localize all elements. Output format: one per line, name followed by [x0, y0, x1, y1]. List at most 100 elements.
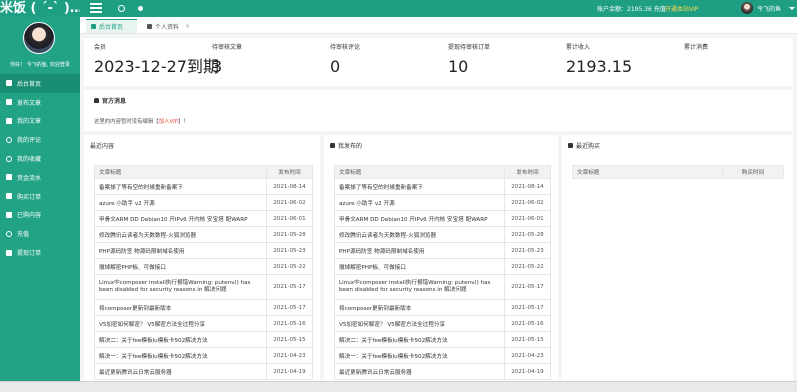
stat-total-spending: 累计消费 — [684, 42, 708, 58]
table-row[interactable]: PHP源码防签 物源码限制域名使用 2021-05-23 — [94, 242, 313, 259]
article-title[interactable]: azure 小助手 v2 开源 — [94, 194, 267, 211]
article-title[interactable]: 解决一：关于fee模板lu模板卡502解决方法 — [334, 347, 505, 364]
table-row[interactable]: Linux中composer install执行报错Warning: puten… — [94, 274, 313, 300]
avatar[interactable] — [741, 2, 753, 14]
sidebar-item-fund-flow[interactable]: 资金流水 — [0, 168, 80, 187]
table-row[interactable]: 甲骨文ARM DD Debian10 开IPv6 开内核 安宝塔 配WARP 20… — [334, 210, 551, 227]
table-row[interactable]: azure 小助手 v2 开源 2021-06-02 — [94, 194, 313, 211]
table-row[interactable]: 修改腾讯云读者为天数数程-火狐浏览器 2021-05-28 — [94, 226, 313, 243]
stat-label: 会员 — [94, 44, 107, 51]
article-title[interactable]: Linux中composer install执行报错Warning: puten… — [94, 274, 267, 300]
sidebar-item-label: 充值 — [17, 231, 30, 239]
article-title[interactable]: 最近更新腾讯云日常云服务器 — [94, 363, 267, 380]
article-title[interactable]: 撤掉解密PHP板、可做接口 — [94, 258, 267, 275]
article-title[interactable]: V5加密如何解密？ V5解密方法全过程分享 — [94, 315, 267, 332]
table-row[interactable]: 撤掉解密PHP板、可做接口 2021-05-22 — [334, 258, 551, 275]
publish-time: 2021-08-14 — [266, 178, 313, 195]
table-row[interactable]: V5加密如何解密？ V5解密方法全过程分享 2021-05-16 — [334, 315, 551, 332]
sidebar-item-purchased[interactable]: 已购内容 — [0, 206, 80, 225]
article-title[interactable]: Linux中composer install执行报错Warning: puten… — [334, 274, 505, 300]
sidebar-item-label: 我的文章 — [17, 118, 42, 126]
stat-pending-articles: 待审核文章 3 — [212, 42, 242, 76]
sidebar-item-label: 后台首页 — [17, 80, 42, 88]
table-row[interactable]: 将composer更新到最新版本 2021-05-17 — [94, 299, 313, 316]
tab-label: 个人资料 — [155, 23, 180, 31]
table-row[interactable]: 将composer更新到最新版本 2021-05-17 — [334, 299, 551, 316]
article-title[interactable]: 修改腾讯云读者为天数数程-火狐浏览器 — [94, 226, 267, 243]
sidebar-item-favorites[interactable]: 我的收藏 — [0, 149, 80, 168]
publish-time: 2021-05-16 — [504, 315, 551, 332]
table-row[interactable]: 备案掉了等有空的时候重新备案下 2021-08-14 — [334, 178, 551, 195]
column-header-title: 文章标题 — [94, 165, 267, 179]
article-title[interactable]: 备案掉了等有空的时候重新备案下 — [94, 178, 267, 195]
vip-link[interactable]: 开通本站VIP — [665, 4, 699, 13]
sidebar-item-orders[interactable]: 购买订单 — [0, 187, 80, 206]
stat-membership: 会员 2023-12-27到期 — [94, 42, 219, 76]
publish-time: 2021-05-17 — [504, 274, 551, 300]
article-title[interactable]: 甲骨文ARM DD Debian10 开IPv6 开内核 安宝塔 配WARP — [94, 210, 267, 227]
sidebar-item-label: 我的评论 — [17, 137, 42, 145]
article-title[interactable]: 解决一：关于fee模板lu模板卡502解决方法 — [94, 347, 267, 364]
table-row[interactable]: 解决二：关于fee模板lu模板卡502解决方法 2021-05-15 — [334, 331, 551, 348]
tab-dashboard[interactable]: 后台首页 — [86, 19, 137, 33]
article-title[interactable]: V5加密如何解密？ V5解密方法全过程分享 — [334, 315, 505, 332]
table-row[interactable]: 最近更新腾讯云日常云服务器 2021-04-19 — [334, 363, 551, 380]
user-name[interactable]: 今飞的鱼 — [757, 4, 781, 13]
notice-title: 官方消息 — [94, 96, 126, 105]
join-vip-link[interactable]: 加入VIP — [159, 119, 178, 125]
close-icon[interactable]: × — [185, 23, 190, 30]
article-title[interactable]: 备案掉了等有空的时候重新备案下 — [334, 178, 505, 195]
table-header: 文章标题 发布时间 — [94, 165, 313, 179]
sidebar-item-my-comments[interactable]: 我的评论 — [0, 130, 80, 149]
table-row[interactable]: V5加密如何解密？ V5解密方法全过程分享 2021-05-16 — [94, 315, 313, 332]
article-title[interactable]: 修改腾讯云读者为天数数程-火狐浏览器 — [334, 226, 505, 243]
home-link-icon[interactable] — [138, 6, 143, 11]
bag-icon — [6, 211, 12, 218]
sidebar-item-publish[interactable]: 发布文章 — [0, 93, 80, 112]
article-title[interactable]: azure 小助手 v2 开源 — [334, 194, 505, 211]
table-row[interactable]: 撤掉解密PHP板、可做接口 2021-05-22 — [94, 258, 313, 275]
sidebar-item-home[interactable]: 后台首页 — [0, 74, 80, 93]
table-row[interactable]: 解决二：关于fee模板lu模板卡502解决方法 2021-05-15 — [94, 331, 313, 348]
publish-time: 2021-05-28 — [504, 226, 551, 243]
account-balance[interactable]: 账户余额：2195.36 充值 — [597, 4, 666, 13]
stats-card: 会员 2023-12-27到期 待审核文章 3 待审核评论 0 提现待审核订单 10 累… — [84, 38, 793, 86]
publish-time: 2021-04-19 — [504, 363, 551, 380]
top-bar: 米饭 ( ´-` )… 账户余额：2195.36 充值 开通本站VIP 今飞的鱼 — [0, 0, 797, 17]
article-title[interactable]: 将composer更新到最新版本 — [94, 299, 267, 316]
tab-profile[interactable]: 个人资料 × — [142, 19, 202, 33]
table-row[interactable]: 备案掉了等有空的时候重新备案下 2021-08-14 — [94, 178, 313, 195]
table-row[interactable]: PHP源码防签 物源码限制域名使用 2021-05-23 — [334, 242, 551, 259]
menu-toggle-icon[interactable] — [90, 3, 102, 13]
stat-value: 2023-12-27到期 — [94, 57, 219, 76]
table-row[interactable]: azure 小助手 v2 开源 2021-06-02 — [334, 194, 551, 211]
sidebar-item-recharge[interactable]: 充值 — [0, 224, 80, 243]
stat-label: 累计收入 — [566, 44, 591, 51]
sidebar-item-withdraw[interactable]: 提现订单 — [0, 243, 80, 262]
sidebar-item-my-articles[interactable]: 我的文章 — [0, 112, 80, 131]
table-row[interactable]: Linux中composer install执行报错Warning: puten… — [334, 274, 551, 300]
publish-time: 2021-06-02 — [266, 194, 313, 211]
sidebar-menu: 后台首页 发布文章 我的文章 我的评论 我的收藏 资金流水 购买订单 已购内容 … — [0, 74, 80, 262]
publish-time: 2021-05-16 — [266, 315, 313, 332]
withdraw-icon — [6, 249, 12, 256]
article-title[interactable]: 最近更新腾讯云日常云服务器 — [334, 363, 505, 380]
table-row[interactable]: 修改腾讯云读者为天数数程-火狐浏览器 2021-05-28 — [334, 226, 551, 243]
article-title[interactable]: 甲骨文ARM DD Debian10 开IPv6 开内核 安宝塔 配WARP — [334, 210, 505, 227]
article-title[interactable]: 解决二：关于fee模板lu模板卡502解决方法 — [334, 331, 505, 348]
table-row[interactable]: 解决一：关于fee模板lu模板卡502解决方法 2021-04-23 — [94, 347, 313, 364]
article-title[interactable]: PHP源码防签 物源码限制域名使用 — [334, 242, 505, 259]
refresh-icon[interactable] — [118, 5, 125, 12]
table-row[interactable]: 甲骨文ARM DD Debian10 开IPv6 开内核 安宝塔 配WARP 20… — [94, 210, 313, 227]
article-title[interactable]: 将composer更新到最新版本 — [334, 299, 505, 316]
article-title[interactable]: 解决二：关于fee模板lu模板卡502解决方法 — [94, 331, 267, 348]
site-logo[interactable]: 米饭 ( ´-` )… — [0, 0, 80, 17]
article-title[interactable]: PHP源码防签 物源码限制域名使用 — [94, 242, 267, 259]
chevron-down-icon[interactable] — [789, 7, 795, 10]
stat-label: 累计消费 — [684, 44, 709, 51]
table-row[interactable]: 解决一：关于fee模板lu模板卡502解决方法 2021-04-23 — [334, 347, 551, 364]
table-row[interactable]: 最近更新腾讯云日常云服务器 2021-04-19 — [94, 363, 313, 380]
publish-time: 2021-04-19 — [266, 363, 313, 380]
publish-time: 2021-06-02 — [504, 194, 551, 211]
article-title[interactable]: 撤掉解密PHP板、可做接口 — [334, 258, 505, 275]
